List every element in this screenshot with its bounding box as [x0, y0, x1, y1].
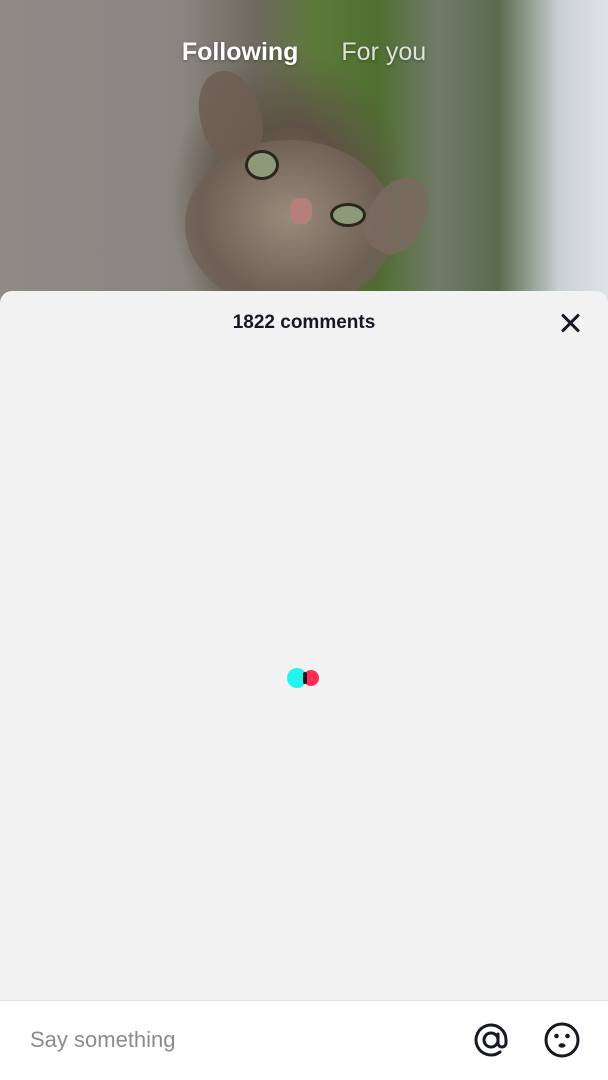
comment-input-bar: [0, 1000, 608, 1080]
comments-count-title: 1822 comments: [232, 312, 376, 333]
smiley-face-icon[interactable]: [542, 1020, 582, 1060]
tab-following[interactable]: Following: [182, 38, 299, 67]
cat-eye: [330, 203, 366, 227]
comments-sheet: 1822 comments: [0, 291, 608, 1080]
loading-spinner: [287, 668, 323, 688]
at-sign-icon[interactable]: [471, 1020, 511, 1060]
loader-dot-overlap: [303, 672, 307, 684]
feed-tabs: Following For you: [0, 38, 608, 67]
tab-for-you[interactable]: For you: [341, 38, 426, 67]
comment-input[interactable]: [28, 1019, 432, 1061]
close-icon[interactable]: [558, 311, 582, 335]
cat-eye: [245, 150, 279, 180]
cat-nose: [290, 198, 312, 224]
